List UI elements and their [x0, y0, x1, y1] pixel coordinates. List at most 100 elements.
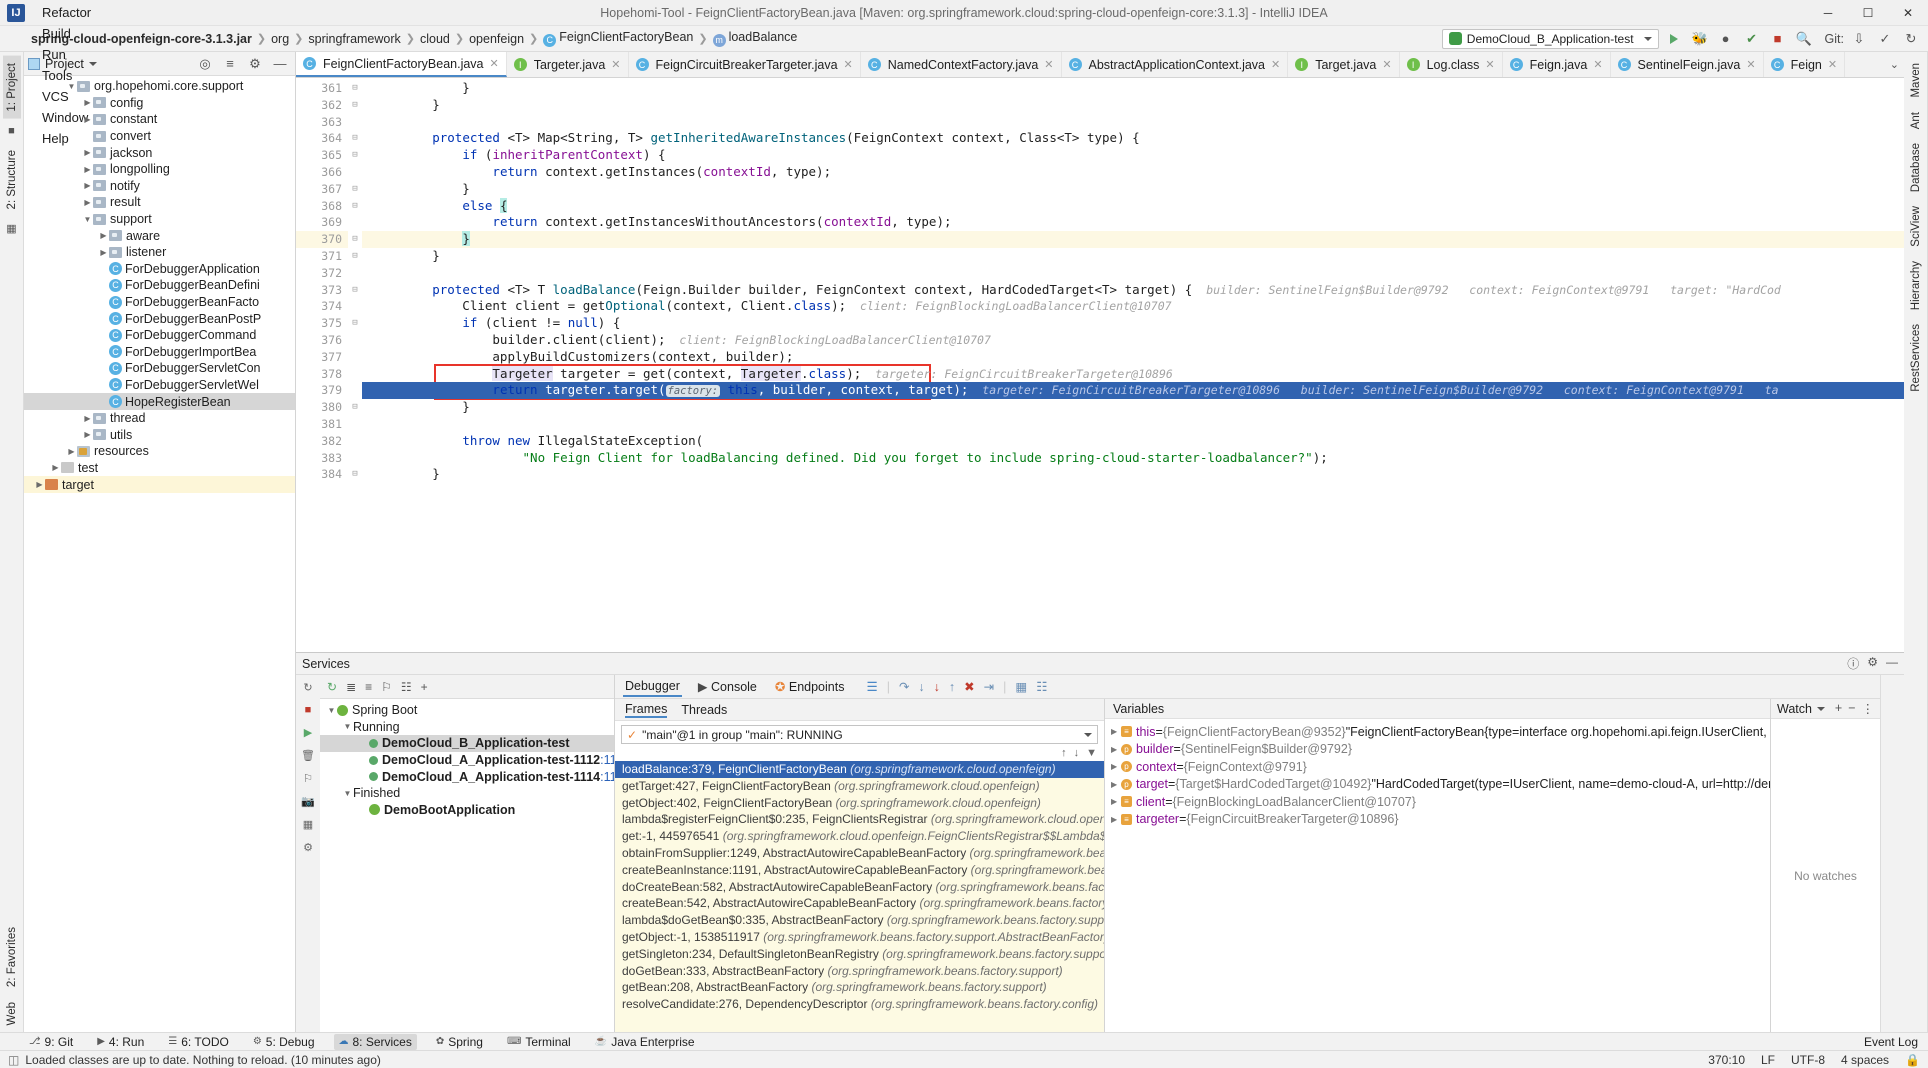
chevron-right-icon[interactable]: ▶	[1111, 780, 1121, 789]
chevron-right-icon[interactable]: ▶	[82, 414, 93, 423]
step-over-icon[interactable]: ↷	[899, 679, 909, 694]
editor-tab[interactable]: I Targeter.java ✕	[507, 52, 629, 77]
run-configuration-selector[interactable]: DemoCloud_B_Application-test	[1441, 28, 1659, 49]
chevron-right-icon[interactable]: ▶	[98, 231, 109, 240]
service-tree-node[interactable]: ▼ Finished	[320, 785, 614, 802]
fold-marker-icon[interactable]: ⊟	[348, 282, 362, 299]
footer-tab-services[interactable]: ☁ 8: Services	[333, 1033, 417, 1050]
chevron-right-icon[interactable]: ▶	[82, 165, 93, 174]
gear-icon[interactable]: ⚙	[244, 53, 266, 75]
service-port-link[interactable]: :111	[600, 753, 614, 767]
force-step-into-icon[interactable]: ↓	[934, 680, 940, 694]
maximize-button[interactable]: ☐	[1848, 0, 1888, 26]
fold-marker-icon[interactable]: ⊟	[348, 231, 362, 248]
fold-marker-icon[interactable]: ⊟	[348, 198, 362, 215]
chevron-right-icon[interactable]: ▶	[98, 248, 109, 257]
chevron-right-icon[interactable]: ▶	[1111, 815, 1121, 824]
tree-node[interactable]: ▶ jackson	[24, 144, 295, 161]
code-line[interactable]	[362, 416, 1904, 433]
code-line[interactable]: }	[362, 97, 1904, 114]
variables-list[interactable]: ▶ ≡ this = {FeignClientFactoryBean@9352} "…	[1105, 719, 1770, 1032]
breadcrumb-item[interactable]: cloud	[417, 32, 453, 46]
minimize-button[interactable]: ─	[1808, 0, 1848, 26]
code-line[interactable]: }	[362, 248, 1904, 265]
code-line[interactable]: protected <T> T loadBalance(Feign.Builde…	[362, 282, 1904, 299]
service-tree-node[interactable]: DemoCloud_B_Application-test	[320, 735, 614, 752]
tool-tab--favorites[interactable]: 2: Favorites	[3, 920, 21, 994]
run-button[interactable]	[1663, 28, 1685, 50]
layout-icon[interactable]: ▦	[303, 818, 313, 831]
code-line[interactable]: }	[362, 80, 1904, 97]
stack-frame[interactable]: createBeanInstance:1191, AbstractAutowir…	[615, 862, 1104, 879]
close-icon[interactable]: ✕	[1382, 58, 1391, 71]
run-to-cursor-icon[interactable]: ⇥	[984, 679, 994, 694]
arrow-down-icon[interactable]: ↓	[1074, 747, 1080, 759]
tree-node[interactable]: C ForDebuggerImportBea	[24, 344, 295, 361]
close-icon[interactable]: ✕	[611, 58, 620, 71]
chevron-right-icon[interactable]: ▶	[1111, 762, 1121, 771]
fold-gutter[interactable]: ⊟ ⊟ ⊟ ⊟ ⊟ ⊟ ⊟ ⊟ ⊟ ⊟ ⊟ ⊟	[348, 78, 362, 652]
indent-setting[interactable]: 4 spaces	[1841, 1053, 1889, 1067]
stack-frame[interactable]: resolveCandidate:276, DependencyDescript…	[615, 996, 1104, 1013]
close-icon[interactable]: ✕	[490, 57, 499, 70]
tree-node[interactable]: ▶ target	[24, 476, 295, 493]
breadcrumb-item[interactable]: m loadBalance	[710, 30, 801, 47]
code-line[interactable]: return context.getInstances(contextId, t…	[362, 164, 1904, 181]
debug-button[interactable]: 🐝	[1689, 28, 1711, 50]
service-tree-node[interactable]: DemoCloud_A_Application-test-1112:111	[320, 752, 614, 769]
collapse-all-icon[interactable]: ≡	[365, 680, 372, 694]
chevron-right-icon[interactable]: ▶	[34, 480, 45, 489]
breadcrumb-item[interactable]: C FeignClientFactoryBean	[540, 30, 696, 47]
service-port-link[interactable]: :111	[600, 770, 614, 784]
code-line[interactable]	[362, 114, 1904, 131]
filter-frames-icon[interactable]: ▼	[1086, 747, 1097, 759]
footer-tab-spring[interactable]: ✿ Spring	[431, 1034, 488, 1050]
variable-row[interactable]: ▶ ≡ targeter = {FeignCircuitBreakerTargete…	[1105, 811, 1770, 829]
tool-tab-database[interactable]: Database	[1907, 136, 1925, 199]
code-line[interactable]: Targeter targeter = get(context, Targete…	[362, 365, 1904, 383]
tool-tab-project[interactable]: 1: Project	[2, 56, 21, 119]
variable-row[interactable]: ▶ ≡ client = {FeignBlockingLoadBalancerCli…	[1105, 793, 1770, 811]
breadcrumb-item[interactable]: org	[268, 32, 292, 46]
tree-node[interactable]: ▶ listener	[24, 244, 295, 261]
chevron-down-icon[interactable]: ▼	[66, 82, 77, 91]
tree-node[interactable]: ▶ thread	[24, 410, 295, 427]
hide-panel-icon[interactable]: —	[1886, 655, 1898, 672]
chevron-down-icon[interactable]: ▼	[326, 706, 337, 715]
tree-node[interactable]: ▶ longpolling	[24, 161, 295, 178]
mute-breakpoints-icon[interactable]: ☷	[1036, 679, 1047, 694]
chevron-right-icon[interactable]: ▶	[50, 463, 61, 472]
code-line[interactable]: }	[362, 399, 1904, 416]
tool-tab-web[interactable]: Web	[3, 995, 21, 1032]
chevron-down-icon[interactable]	[1084, 732, 1092, 737]
service-tree-node[interactable]: ▼ Running	[320, 719, 614, 736]
code-line[interactable]: Client client = getOptional(context, Cli…	[362, 298, 1904, 315]
fold-marker-icon[interactable]: ⊟	[348, 80, 362, 97]
chevron-down-icon[interactable]	[1816, 706, 1825, 711]
stack-frame[interactable]: obtainFromSupplier:1249, AbstractAutowir…	[615, 845, 1104, 862]
remove-watch-icon[interactable]: −	[1848, 701, 1855, 716]
stack-frame[interactable]: getTarget:427, FeignClientFactoryBean (o…	[615, 778, 1104, 795]
tab-frames[interactable]: Frames	[625, 702, 668, 718]
gear-icon[interactable]: ⚙	[1867, 655, 1878, 672]
stack-frame[interactable]: createBean:542, AbstractAutowireCapableB…	[615, 895, 1104, 912]
code-line[interactable]	[362, 265, 1904, 282]
code-line[interactable]: "No Feign Client for loadBalancing defin…	[362, 450, 1904, 467]
stack-frame[interactable]: getObject:-1, 1538511917 (org.springfram…	[615, 929, 1104, 946]
grid-icon[interactable]: ▦	[6, 222, 16, 235]
close-icon[interactable]: ✕	[1828, 58, 1837, 71]
trash-icon[interactable]: 🗑	[301, 749, 315, 762]
file-encoding[interactable]: UTF-8	[1791, 1053, 1825, 1067]
stack-frame[interactable]: lambda$doGetBean$0:335, AbstractBeanFact…	[615, 912, 1104, 929]
tab-endpoints[interactable]: ✪ Endpoints	[773, 677, 847, 696]
editor-tab[interactable]: C Feign ✕	[1764, 52, 1846, 77]
lock-icon[interactable]: 🔒	[1905, 1053, 1920, 1067]
code-line[interactable]: protected <T> Map<String, T> getInherite…	[362, 130, 1904, 147]
tab-console[interactable]: ▶ Console	[696, 677, 759, 696]
stack-frame[interactable]: get:-1, 445976541 (org.springframework.c…	[615, 828, 1104, 845]
expand-all-icon[interactable]: ≣	[346, 680, 356, 694]
tab-threads[interactable]: Threads	[681, 703, 727, 717]
rerun-icon[interactable]: ↻	[327, 680, 337, 694]
chevron-down-icon[interactable]: ▼	[342, 789, 353, 798]
breadcrumb-item[interactable]: springframework	[305, 32, 403, 46]
